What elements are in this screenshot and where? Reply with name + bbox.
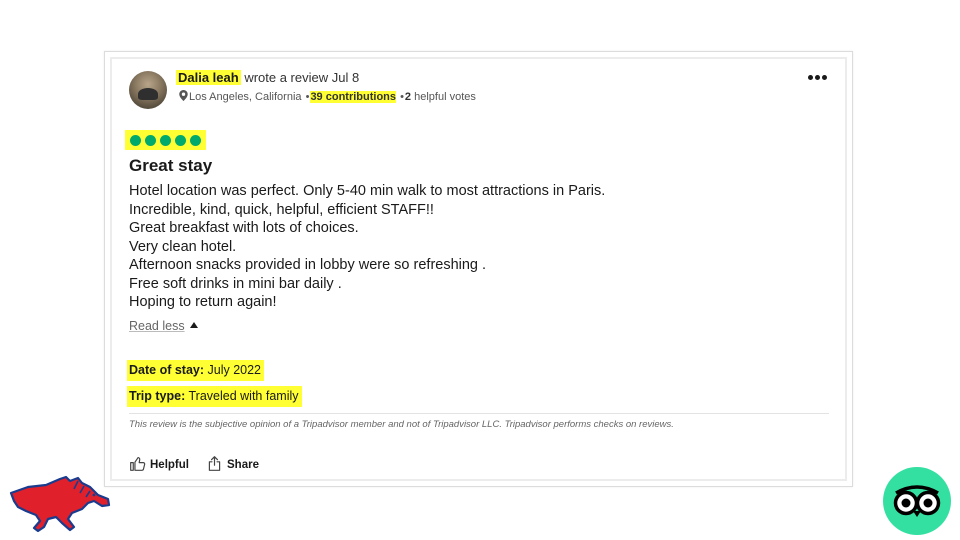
review-body-line: Incredible, kind, quick, helpful, effici… <box>129 201 434 218</box>
review-action-text: wrote a review Jul 8 <box>240 70 360 85</box>
reviewer-location: Los Angeles, California <box>189 91 302 103</box>
avatar-figure <box>138 88 158 100</box>
more-dots-icon <box>822 75 827 80</box>
trip-type-label: Trip type: <box>129 389 186 403</box>
tripadvisor-owl-logo <box>883 467 951 535</box>
share-label: Share <box>227 459 259 471</box>
review-body-line: Afternoon snacks provided in lobby were … <box>129 257 487 273</box>
review-body-line: Very clean hotel. <box>129 238 237 255</box>
review-body-line: Great breakfast with lots of choices. <box>129 220 359 236</box>
date-of-stay: Date of stay: July 2022 <box>127 360 265 381</box>
map-pin-icon <box>179 90 188 101</box>
rating-bubble-icon <box>160 135 171 146</box>
review-body-line: Hoping to return again! <box>129 294 277 310</box>
rating-bubbles <box>125 130 206 150</box>
review-disclaimer: This review is the subjective opinion of… <box>129 419 674 430</box>
rating-bubble-icon <box>130 135 141 146</box>
more-dots-icon <box>815 75 820 80</box>
review-body: Hotel location was perfect. Only 5-40 mi… <box>129 182 605 312</box>
review-body-line: Free soft drinks in mini bar daily . <box>129 275 342 292</box>
trip-type: Trip type: Traveled with family <box>127 386 302 407</box>
date-of-stay-label: Date of stay: <box>129 363 205 377</box>
mustang-logo <box>9 475 111 533</box>
more-dots-icon <box>808 75 813 80</box>
divider <box>129 413 829 414</box>
review-body-line: Hotel location was perfect. Only 5-40 mi… <box>129 183 606 199</box>
rating-bubble-icon <box>145 135 156 146</box>
reviewer-name[interactable]: Dalia leah <box>176 70 241 85</box>
read-less-label: Read less <box>129 319 185 333</box>
meta-separator: • <box>400 91 404 103</box>
meta-separator: • <box>305 91 310 103</box>
share-icon <box>208 456 221 471</box>
rating-bubble-icon <box>190 135 201 146</box>
reviewer-line: Dalia leah wrote a review Jul 8 <box>176 70 359 86</box>
reviewer-meta: Los Angeles, California •39 contribution… <box>179 90 476 104</box>
helpful-button[interactable]: Helpful <box>129 455 189 473</box>
date-of-stay-value: July 2022 <box>204 363 262 377</box>
reviewer-contributions[interactable]: 39 contributions <box>310 91 396 103</box>
rating-bubble-icon <box>175 135 186 146</box>
trip-type-value: Traveled with family <box>185 389 299 403</box>
share-button[interactable]: Share <box>206 455 259 473</box>
helpful-label: Helpful <box>150 459 189 471</box>
thumbs-up-icon <box>130 456 146 471</box>
caret-up-icon <box>189 322 198 328</box>
reviewer-avatar[interactable] <box>129 71 167 109</box>
slide: Dalia leah wrote a review Jul 8 Los Ange… <box>0 0 960 540</box>
review-title: Great stay <box>129 156 213 175</box>
more-options-button[interactable] <box>806 70 830 84</box>
read-less-link[interactable]: Read less <box>129 318 198 334</box>
helpful-votes-label: helpful votes <box>411 91 476 103</box>
